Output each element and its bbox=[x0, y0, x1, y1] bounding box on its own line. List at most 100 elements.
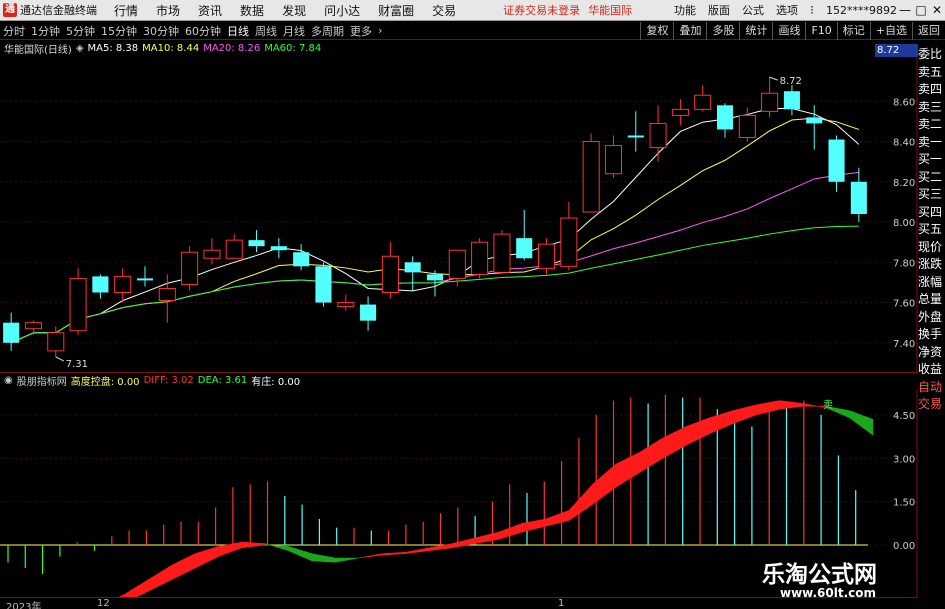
menu-quotes[interactable]: 行情 bbox=[105, 2, 147, 19]
diff-dea-segment bbox=[498, 522, 523, 540]
dea-value: DEA: 3.61 bbox=[197, 375, 248, 386]
chevron-right-icon[interactable]: › bbox=[375, 24, 385, 37]
candle-body bbox=[92, 276, 109, 293]
menu-formula[interactable]: 公式 bbox=[736, 2, 770, 18]
side-item[interactable]: 自动 bbox=[918, 380, 945, 395]
price-tick-label: 8.00 bbox=[893, 218, 915, 229]
menu-options[interactable]: 选项 bbox=[770, 2, 804, 18]
indicator-tick-label: 1.50 bbox=[893, 498, 915, 509]
menu-function[interactable]: 功能 bbox=[668, 2, 702, 18]
high-marker bbox=[769, 76, 778, 81]
candle-body bbox=[671, 108, 689, 116]
menu-data[interactable]: 数据 bbox=[231, 2, 273, 19]
period-intraday[interactable]: 分时 bbox=[0, 23, 28, 39]
side-item[interactable]: 交易 bbox=[918, 397, 945, 412]
xaxis-dec: 12 bbox=[97, 598, 110, 609]
period-multi[interactable]: 多周期 bbox=[308, 23, 347, 39]
side-item[interactable]: 净资 bbox=[918, 345, 945, 360]
menu-layout[interactable]: 版面 bbox=[702, 2, 736, 18]
mark-button[interactable]: 标记 bbox=[836, 22, 870, 40]
restore-rights-button[interactable]: 复权 bbox=[640, 22, 673, 40]
menu-wealth[interactable]: 财富圈 bbox=[369, 2, 423, 19]
quote-side-panel: 委比卖五卖四卖三卖二卖一买一买二买三买四买五现价涨跌涨幅总量外盘换手净资收益自动… bbox=[918, 42, 945, 609]
candle-body bbox=[225, 239, 243, 259]
toolbar-right-group: 复权 叠加 多股 统计 画线 F10 标记 +自选 返回 bbox=[640, 22, 945, 40]
overlay-button[interactable]: 叠加 bbox=[673, 22, 706, 40]
side-item[interactable]: 卖二 bbox=[918, 117, 945, 132]
indicator-axis: 4.503.001.500.0014:5614:5614:5614:5614:5… bbox=[893, 411, 915, 552]
menu-news[interactable]: 资讯 bbox=[189, 2, 231, 19]
candle-body bbox=[783, 91, 800, 110]
login-status[interactable]: 证券交易未登录 bbox=[503, 2, 580, 18]
side-item[interactable]: 委比 bbox=[918, 47, 945, 62]
candle-body bbox=[448, 249, 466, 279]
period-15min[interactable]: 15分钟 bbox=[98, 23, 140, 39]
candle-body bbox=[293, 252, 310, 267]
menu-market[interactable]: 市场 bbox=[147, 2, 189, 19]
diff-dea-segment bbox=[171, 553, 196, 581]
side-item[interactable]: 买四 bbox=[918, 205, 945, 220]
f10-button[interactable]: F10 bbox=[805, 22, 836, 40]
period-monthly[interactable]: 月线 bbox=[280, 23, 308, 39]
candle-body bbox=[426, 274, 444, 281]
current-price-tag: 8.72 bbox=[875, 44, 918, 57]
candles bbox=[3, 77, 867, 357]
period-weekly[interactable]: 周线 bbox=[252, 23, 280, 39]
period-daily[interactable]: 日线 bbox=[224, 23, 252, 39]
draw-line-button[interactable]: 画线 bbox=[772, 22, 805, 40]
candle-body bbox=[761, 92, 779, 112]
side-item[interactable]: 买三 bbox=[918, 187, 945, 202]
side-item[interactable]: 收益 bbox=[918, 362, 945, 377]
candle-body bbox=[181, 251, 199, 285]
account-id[interactable]: 152****9892 bbox=[826, 4, 897, 17]
statistics-button[interactable]: 统计 bbox=[739, 22, 772, 40]
close-icon[interactable]: ✕ bbox=[929, 3, 945, 17]
indicator-tick-label: 0.00 bbox=[893, 541, 915, 552]
period-30min[interactable]: 30分钟 bbox=[140, 23, 182, 39]
settings-icon[interactable]: ◈ bbox=[76, 43, 84, 54]
control-value: 高度控盘: 0.00 bbox=[70, 377, 140, 388]
side-item[interactable]: 总量 bbox=[918, 292, 945, 307]
side-item[interactable]: 外盘 bbox=[918, 310, 945, 325]
candlestick-chart[interactable]: 8.60 8.40 8.20 8.00 7.80 7.60 7.40 8.72 7.31 bbox=[0, 57, 918, 373]
side-item[interactable]: 换手 bbox=[918, 327, 945, 342]
period-60min[interactable]: 60分钟 bbox=[182, 23, 224, 39]
side-item[interactable]: 卖三 bbox=[918, 100, 945, 115]
high-label: 8.72 bbox=[780, 76, 802, 87]
back-button[interactable]: 返回 bbox=[912, 22, 945, 40]
period-1min[interactable]: 1分钟 bbox=[28, 23, 63, 39]
menu-trade[interactable]: 交易 bbox=[423, 2, 465, 19]
minimize-icon[interactable]: — bbox=[897, 3, 913, 17]
period-more[interactable]: 更多 bbox=[347, 23, 375, 39]
side-item[interactable]: 卖一 bbox=[918, 135, 945, 150]
side-item[interactable]: 现价 bbox=[918, 240, 945, 255]
menu-ask[interactable]: 问小达 bbox=[315, 2, 369, 19]
period-5min[interactable]: 5分钟 bbox=[63, 23, 98, 39]
diff-dea-segment bbox=[311, 553, 336, 563]
diff-dea-segment bbox=[451, 537, 476, 549]
title-bar: 通 通达信金融终端 行情 市场 资讯 数据 发现 问小达 财富圈 交易 证券交易… bbox=[0, 0, 945, 21]
candle-body bbox=[828, 139, 845, 182]
side-item[interactable]: 涨幅 bbox=[918, 275, 945, 290]
add-watchlist-button[interactable]: +自选 bbox=[869, 22, 912, 40]
diff-dea-segment bbox=[358, 553, 383, 559]
multi-stock-button[interactable]: 多股 bbox=[706, 22, 739, 40]
side-item[interactable]: 涨跌 bbox=[918, 257, 945, 272]
side-item[interactable]: 买五 bbox=[918, 222, 945, 237]
side-item[interactable]: 卖五 bbox=[918, 65, 945, 80]
indicator-settings-icon[interactable]: ◉ bbox=[4, 375, 13, 386]
menu-discover[interactable]: 发现 bbox=[273, 2, 315, 19]
candle-body bbox=[381, 255, 399, 293]
side-item[interactable]: 买二 bbox=[918, 170, 945, 185]
price-tick-label: 7.80 bbox=[893, 258, 915, 269]
side-item[interactable]: 买一 bbox=[918, 152, 945, 167]
low-marker bbox=[55, 356, 64, 362]
side-item[interactable]: 卖四 bbox=[918, 82, 945, 97]
candle-body bbox=[404, 262, 421, 273]
diff-dea-segment bbox=[615, 452, 640, 488]
indicator-name[interactable]: 股朋指标网 bbox=[17, 373, 67, 388]
maximize-icon[interactable]: □ bbox=[913, 3, 929, 17]
diff-dea-segment bbox=[732, 404, 757, 425]
stock-title[interactable]: 华能国际(日线) bbox=[4, 41, 72, 56]
menu-dots-icon[interactable]: ⁝ bbox=[804, 3, 820, 17]
